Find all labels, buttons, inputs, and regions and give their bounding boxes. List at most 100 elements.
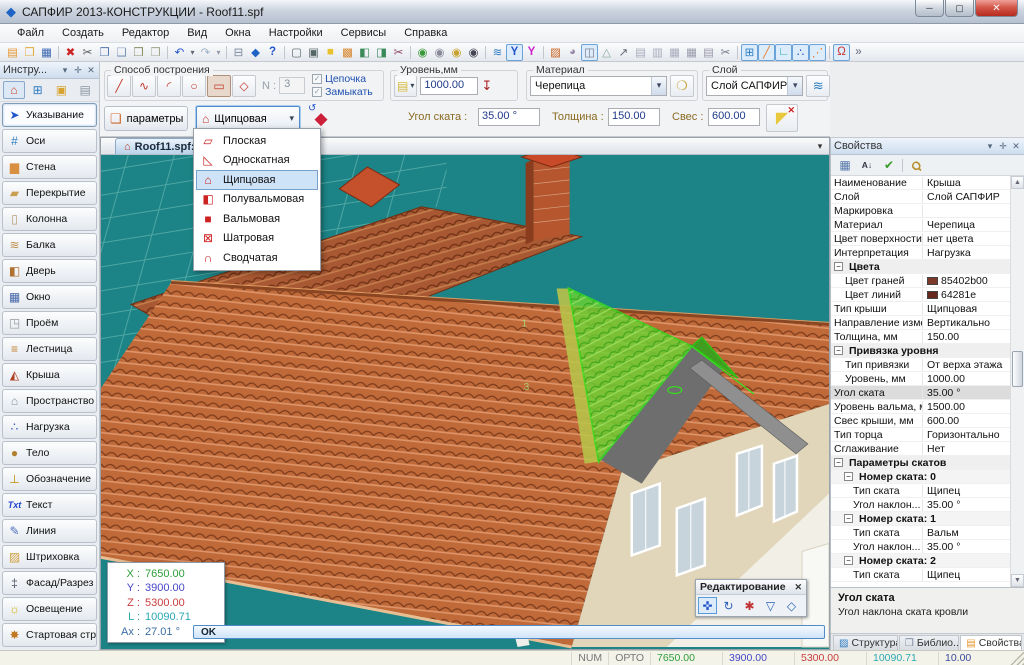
property-row[interactable]: Направление изме... Вертикально (831, 316, 1010, 330)
close-button[interactable]: ✕ (975, 0, 1018, 17)
toolbar-separator[interactable] (223, 44, 230, 61)
measure-delta-icon[interactable]: △ (598, 44, 615, 61)
panel-menu-icon[interactable]: ▾ (60, 65, 70, 76)
toolbar-overflow-icon[interactable]: » (850, 44, 867, 61)
property-value[interactable]: Нагрузка (927, 247, 971, 259)
roof-type-menu-item[interactable]: ◺ Односкатная (196, 151, 318, 171)
method-shape-button[interactable]: ◇ (232, 75, 256, 97)
hidden-line-view-icon[interactable]: ▣ (305, 44, 322, 61)
roof-type-menu-item[interactable]: ■ Вальмовая (196, 209, 318, 229)
property-value[interactable]: нет цвета (927, 233, 974, 245)
tool-button[interactable]: ⌂ Пространство (2, 389, 97, 413)
visibility-selected-icon[interactable]: ◉ (448, 44, 465, 61)
section-x-icon[interactable]: ◧ (356, 44, 373, 61)
model-box3-icon[interactable]: ▦ (666, 44, 683, 61)
roof-type-menu-item[interactable]: ∩ Сводчатая (196, 248, 318, 268)
tab-body-icon[interactable]: ▣ (51, 81, 73, 99)
undo-dropdown-icon[interactable]: ▾ (188, 44, 197, 61)
property-value[interactable]: Вальм (927, 527, 959, 539)
sort-az-icon[interactable]: А↓ (858, 157, 876, 174)
filter-type-icon[interactable]: Y (506, 44, 523, 61)
property-row[interactable]: Наименование Крыша (831, 176, 1010, 190)
tool-button[interactable]: Txt Текст (2, 493, 97, 517)
panel-tab[interactable]: ▨ Структура (833, 635, 898, 650)
coordinate-value[interactable]: 10090.71 (145, 611, 191, 623)
facade-grid2-icon[interactable]: ▤ (700, 44, 717, 61)
property-row[interactable]: Цвет линий 64281e (831, 288, 1010, 302)
property-value[interactable]: От верха этажа (927, 359, 1002, 371)
property-row[interactable]: − Номер ската: 2 (831, 554, 1010, 568)
snap-line-icon[interactable]: ╱ (758, 44, 775, 61)
toolbar-separator[interactable] (407, 44, 414, 61)
toolbar-separator[interactable] (164, 44, 171, 61)
tool-button[interactable]: ◭ Крыша (2, 363, 97, 387)
magnet-lock-icon[interactable]: Ω (833, 44, 850, 61)
property-value[interactable]: Черепица (927, 219, 975, 231)
measure-arrow-icon[interactable]: ↗ (615, 44, 632, 61)
collapse-icon[interactable]: − (844, 472, 853, 481)
cut-icon[interactable]: ✂ (79, 44, 96, 61)
layers-manager-button[interactable]: ≋ (806, 75, 830, 97)
properties-scrollbar[interactable]: ▲ ▼ (1010, 176, 1024, 587)
property-row[interactable]: Угол ската 35.00 ° (831, 386, 1010, 400)
property-row[interactable]: Угол наклон... 35.00 ° (831, 498, 1010, 512)
facade-grid-icon[interactable]: ▦ (683, 44, 700, 61)
panel-menu-icon[interactable]: ▾ (985, 141, 995, 152)
property-row[interactable]: Угол наклон... 35.00 ° (831, 540, 1010, 554)
property-row[interactable]: Слой Слой САПФИР (831, 190, 1010, 204)
property-value[interactable]: 35.00 ° (927, 387, 960, 399)
collapse-icon[interactable]: − (834, 458, 843, 467)
panel-close-icon[interactable]: ✕ (86, 65, 96, 76)
snap-grid-icon[interactable]: ⊞ (741, 44, 758, 61)
undo-icon[interactable]: ↶ (171, 44, 188, 61)
panel-pin-icon[interactable]: ✛ (73, 65, 83, 76)
tool-button[interactable]: ≋ Балка (2, 233, 97, 257)
property-value[interactable]: 1000.00 (927, 373, 965, 385)
property-value[interactable]: Крыша (927, 177, 961, 189)
coordinate-value[interactable]: 5300.00 (145, 597, 185, 609)
categorized-icon[interactable]: ▦ (836, 157, 854, 174)
slope-angle-input[interactable]: 35.00 ° (478, 108, 540, 126)
toolbar-separator[interactable] (540, 44, 547, 61)
menu-item[interactable]: Редактор (113, 25, 178, 41)
collapse-icon[interactable]: − (844, 556, 853, 565)
tool-button[interactable]: ▯ Колонна (2, 207, 97, 231)
coordinate-value[interactable]: 7650.00 (145, 568, 185, 580)
parameters-button[interactable]: ❏ параметры (104, 106, 188, 131)
print-icon[interactable]: ⊟ (230, 44, 247, 61)
visibility-all-icon[interactable]: ◉ (414, 44, 431, 61)
property-value[interactable]: Щипец (927, 485, 960, 497)
sapphire-about-icon[interactable]: ◆ (247, 44, 264, 61)
shaded-view-icon[interactable]: ■ (322, 44, 339, 61)
textured-view-icon[interactable]: ▩ (339, 44, 356, 61)
method-shape-button[interactable]: ◜ (157, 75, 181, 97)
snap-segment-icon[interactable]: ⋰ (809, 44, 826, 61)
copy-props-icon[interactable]: ❑ (113, 44, 130, 61)
scroll-up-icon[interactable]: ▲ (1011, 176, 1024, 189)
property-row[interactable]: − Номер ската: 1 (831, 512, 1010, 526)
tab-architecture-icon[interactable]: ⌂ (3, 81, 25, 99)
menu-item[interactable]: Сервисы (332, 25, 396, 41)
toolbar-separator[interactable] (281, 44, 288, 61)
menu-item[interactable]: Создать (53, 25, 113, 41)
tool-button[interactable]: ⊥ Обозначение (2, 467, 97, 491)
toolbar-separator[interactable] (482, 44, 489, 61)
filter-color-icon[interactable]: Y (523, 44, 540, 61)
split-view-icon[interactable]: ◫ (581, 44, 598, 61)
menu-item[interactable]: Настройки (260, 25, 332, 41)
property-value[interactable]: 1500.00 (927, 401, 965, 413)
scroll-down-icon[interactable]: ▼ (1011, 574, 1024, 587)
toolbar-separator[interactable] (55, 44, 62, 61)
paste-special-icon[interactable]: ❒ (147, 44, 164, 61)
collapse-icon[interactable]: − (834, 346, 843, 355)
layers-icon[interactable]: ≋ (489, 44, 506, 61)
section-cut-icon[interactable]: ✂ (717, 44, 734, 61)
tool-button[interactable]: ✎ Линия (2, 519, 97, 543)
property-row[interactable]: Тип привязки От верха этажа (831, 358, 1010, 372)
tab-drawing-icon[interactable]: ▤ (74, 81, 96, 99)
snap-axis-icon[interactable]: ∟ (775, 44, 792, 61)
material-library-button[interactable]: ❍ (670, 75, 694, 97)
property-row[interactable]: − Цвета (831, 260, 1010, 274)
context-help-icon[interactable]: ? (264, 44, 281, 61)
property-value[interactable]: 150.00 (927, 331, 959, 343)
